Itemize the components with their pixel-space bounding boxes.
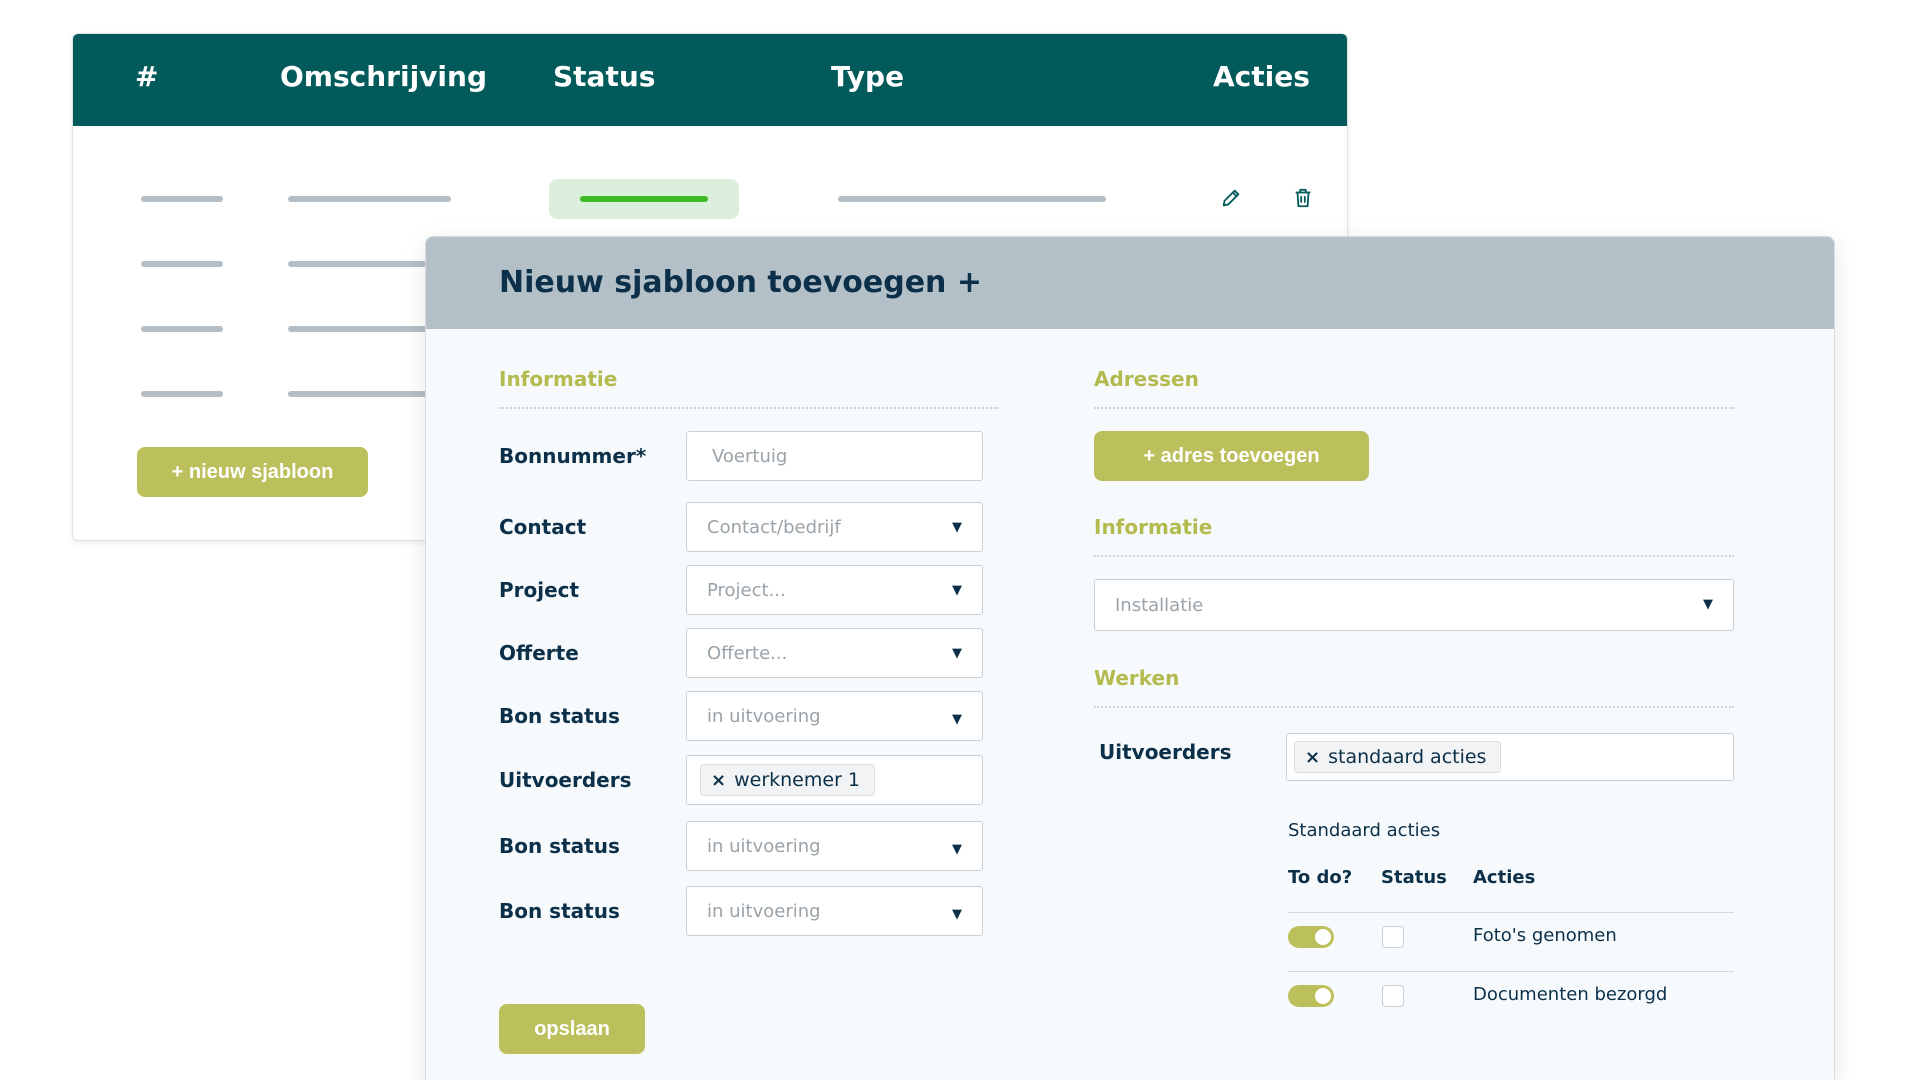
caret-down-icon: ▼ <box>1703 597 1713 612</box>
section-title-informatie: Informatie <box>499 367 618 391</box>
label-bonnummer: Bonnummer* <box>499 444 647 468</box>
uitvoerder-tag-label: werknemer 1 <box>734 769 861 791</box>
placeholder-line <box>141 391 223 397</box>
caret-down-icon: ▼ <box>952 520 962 535</box>
bon-status-select[interactable]: in uitvoering ▼ <box>686 691 983 741</box>
column-header-acties: Acties <box>1473 867 1536 888</box>
caret-down-icon: ▼ <box>952 583 962 598</box>
column-header-status: Status <box>553 60 656 93</box>
todo-toggle[interactable] <box>1288 926 1334 948</box>
divider <box>1094 407 1734 409</box>
caret-down-icon: ▼ <box>952 907 962 922</box>
standaard-acties-tag: × standaard acties <box>1294 741 1502 773</box>
contact-select[interactable]: Contact/bedrijf ▼ <box>686 502 983 552</box>
close-icon[interactable]: × <box>1305 747 1320 768</box>
divider <box>499 407 999 409</box>
modal-title: Nieuw sjabloon toevoegen + <box>499 265 982 300</box>
project-select[interactable]: Project... ▼ <box>686 565 983 615</box>
bon-status-select-value: in uitvoering <box>707 900 821 922</box>
divider <box>1288 971 1734 972</box>
uitvoerders-multiselect[interactable]: × standaard acties <box>1286 733 1734 781</box>
placeholder-line <box>838 196 1106 202</box>
uitvoerders-multiselect[interactable]: × werknemer 1 <box>686 755 983 805</box>
pencil-icon[interactable] <box>1217 184 1245 212</box>
offerte-select-value: Offerte... <box>707 642 788 664</box>
bon-status-select-value: in uitvoering <box>707 835 821 857</box>
column-header-status: Status <box>1381 867 1447 888</box>
column-header-number: # <box>135 60 159 93</box>
label-bon-status: Bon status <box>499 834 620 858</box>
standaard-acties-label: Standaard acties <box>1288 820 1441 841</box>
table-header: # Omschrijving Status Type Acties <box>73 34 1347 126</box>
caret-down-icon: ▼ <box>952 712 962 727</box>
placeholder-line <box>288 196 451 202</box>
caret-down-icon: ▼ <box>952 646 962 661</box>
uitvoerder-tag: × werknemer 1 <box>700 764 876 796</box>
project-select-value: Project... <box>707 579 786 601</box>
divider <box>1094 706 1734 708</box>
column-header-acties: Acties <box>1213 60 1310 93</box>
actie-label: Foto's genomen <box>1473 925 1617 946</box>
status-badge <box>549 179 739 219</box>
installatie-select[interactable]: Installatie ▼ <box>1094 579 1734 631</box>
label-project: Project <box>499 578 580 602</box>
bonnummer-field[interactable] <box>686 431 983 481</box>
bon-status-select-value: in uitvoering <box>707 705 821 727</box>
status-checkbox[interactable] <box>1382 985 1404 1007</box>
label-uitvoerders: Uitvoerders <box>499 768 632 792</box>
close-icon[interactable]: × <box>711 770 726 791</box>
section-title-werken: Werken <box>1094 666 1180 690</box>
save-button[interactable]: opslaan <box>499 1004 645 1054</box>
new-template-modal: Nieuw sjabloon toevoegen + Informatie Bo… <box>425 236 1835 1080</box>
divider <box>1094 555 1734 557</box>
column-header-type: Type <box>831 60 905 93</box>
modal-header: Nieuw sjabloon toevoegen + <box>426 237 1834 329</box>
todo-toggle[interactable] <box>1288 985 1334 1007</box>
new-template-button[interactable]: + nieuw sjabloon <box>137 447 368 497</box>
label-offerte: Offerte <box>499 641 579 665</box>
label-uitvoerders: Uitvoerders <box>1099 740 1232 764</box>
actie-label: Documenten bezorgd <box>1473 984 1668 1005</box>
standaard-acties-tag-label: standaard acties <box>1328 746 1487 768</box>
bon-status-select[interactable]: in uitvoering ▼ <box>686 886 983 936</box>
trash-icon[interactable] <box>1289 184 1317 212</box>
divider <box>1288 912 1734 913</box>
contact-select-value: Contact/bedrijf <box>707 516 841 538</box>
bon-status-select[interactable]: in uitvoering ▼ <box>686 821 983 871</box>
bonnummer-input[interactable] <box>707 445 982 467</box>
label-bon-status: Bon status <box>499 899 620 923</box>
section-title-informatie: Informatie <box>1094 515 1213 539</box>
column-header-todo: To do? <box>1288 867 1353 888</box>
installatie-select-value: Installatie <box>1115 594 1204 616</box>
offerte-select[interactable]: Offerte... ▼ <box>686 628 983 678</box>
section-title-adressen: Adressen <box>1094 367 1199 391</box>
column-header-omschrijving: Omschrijving <box>280 60 488 93</box>
label-bon-status: Bon status <box>499 704 620 728</box>
placeholder-line <box>141 326 223 332</box>
status-checkbox[interactable] <box>1382 926 1404 948</box>
add-address-button[interactable]: + adres toevoegen <box>1094 431 1369 481</box>
caret-down-icon: ▼ <box>952 842 962 857</box>
placeholder-line <box>141 261 223 267</box>
placeholder-line <box>141 196 223 202</box>
label-contact: Contact <box>499 515 587 539</box>
